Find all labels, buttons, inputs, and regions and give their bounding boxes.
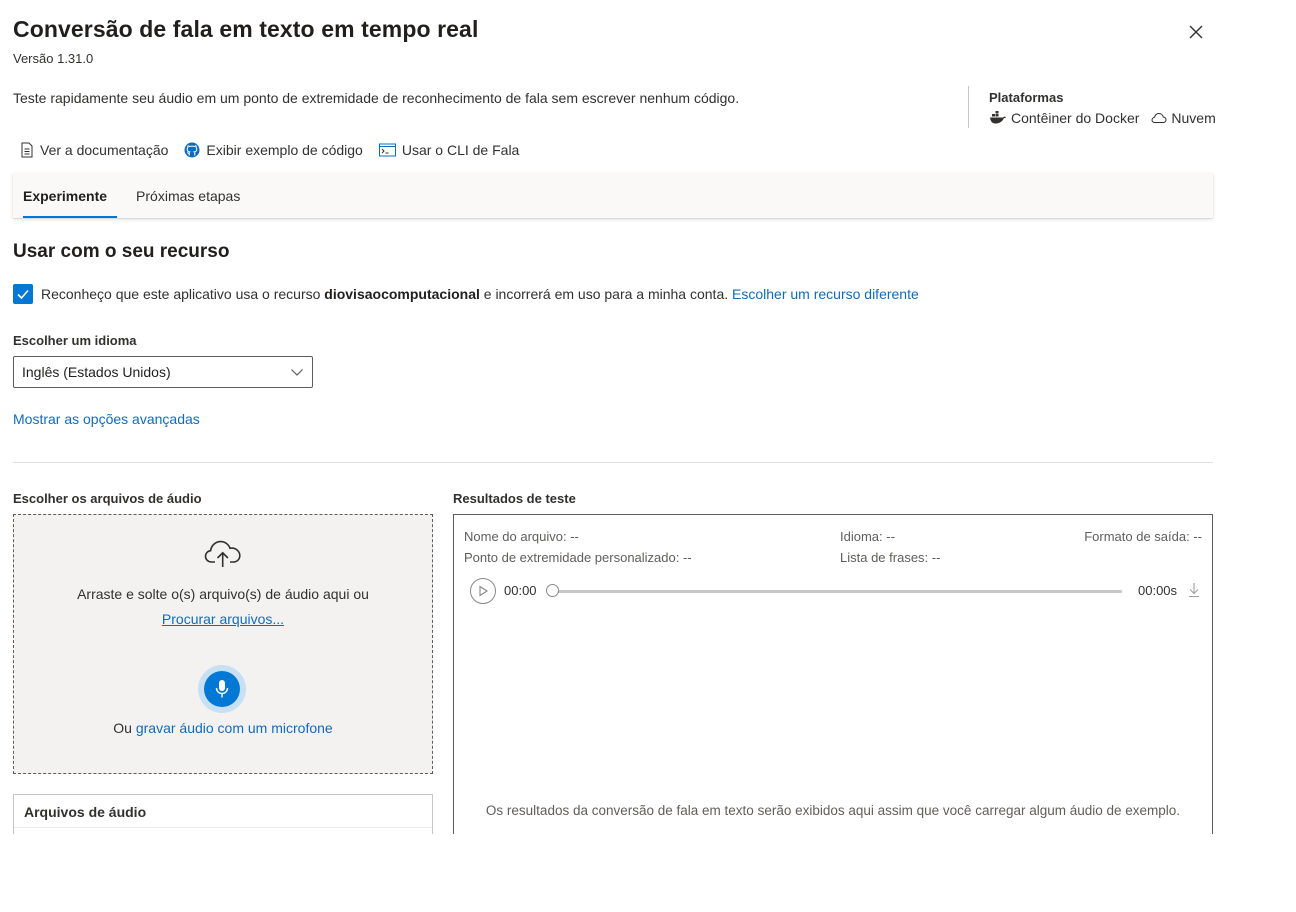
code-sample-label: Exibir exemplo de código bbox=[206, 142, 363, 158]
drop-instructions: Arraste e solte o(s) arquivo(s) de áudio… bbox=[77, 586, 369, 602]
results-empty-message: Os resultados da conversão de fala em te… bbox=[485, 803, 1181, 818]
audio-dropzone[interactable]: Arraste e solte o(s) arquivo(s) de áudio… bbox=[13, 514, 433, 774]
seek-thumb[interactable] bbox=[546, 584, 559, 597]
close-button[interactable] bbox=[1184, 20, 1208, 44]
output-format-field: Formato de saída: -- bbox=[1084, 529, 1202, 544]
close-icon bbox=[1189, 25, 1203, 39]
record-prefix: Ou bbox=[113, 720, 136, 736]
file-name-field: Nome do arquivo: -- bbox=[464, 529, 579, 544]
record-microphone-button[interactable] bbox=[198, 665, 246, 713]
audio-player: 00:00 00:00s bbox=[470, 578, 1200, 606]
platforms-title: Plataformas bbox=[989, 90, 1064, 105]
acknowledge-text: Reconheço que este aplicativo usa o recu… bbox=[41, 286, 919, 302]
audio-files-panel: Arquivos de áudio bbox=[13, 794, 433, 834]
record-instructions: Ou gravar áudio com um microfone bbox=[14, 720, 432, 736]
document-icon bbox=[21, 142, 33, 158]
platforms-panel: Plataformas Contêiner do Docker Nuvem bbox=[968, 86, 1222, 128]
microphone-icon bbox=[215, 680, 229, 698]
platform-docker: Contêiner do Docker bbox=[989, 110, 1139, 126]
resource-links: Ver a documentação Exibir exemplo de cód… bbox=[20, 142, 535, 158]
checkmark-icon bbox=[17, 289, 29, 300]
platform-docker-label: Contêiner do Docker bbox=[1011, 110, 1140, 126]
language-dropdown[interactable]: Inglês (Estados Unidos) bbox=[13, 356, 313, 388]
current-time: 00:00 bbox=[504, 583, 537, 598]
language-label: Escolher um idioma bbox=[13, 333, 137, 348]
audio-files-label: Escolher os arquivos de áudio bbox=[13, 491, 202, 506]
choose-resource-link[interactable]: Escolher um recurso diferente bbox=[732, 286, 919, 302]
advanced-options-link[interactable]: Mostrar as opções avançadas bbox=[13, 411, 200, 427]
speech-cli-link[interactable]: Usar o CLI de Fala bbox=[378, 142, 520, 158]
download-icon bbox=[1189, 583, 1199, 598]
custom-endpoint-field: Ponto de extremidade personalizado: -- bbox=[464, 550, 692, 565]
seek-track[interactable] bbox=[552, 590, 1122, 593]
language-field: Idioma: -- bbox=[840, 529, 895, 544]
cloud-icon bbox=[1151, 112, 1167, 123]
test-results-panel: Nome do arquivo: -- Idioma: -- Formato d… bbox=[453, 514, 1213, 834]
section-title: Usar com o seu recurso bbox=[13, 241, 230, 262]
cloud-upload-icon bbox=[204, 540, 241, 567]
view-docs-link[interactable]: Ver a documentação bbox=[20, 142, 168, 158]
audio-files-divider bbox=[14, 827, 432, 828]
total-time: 00:00s bbox=[1138, 583, 1178, 598]
ack-prefix: Reconheço que este aplicativo usa o recu… bbox=[41, 286, 325, 302]
language-selected: Inglês (Estados Unidos) bbox=[22, 364, 171, 380]
view-docs-label: Ver a documentação bbox=[40, 142, 169, 158]
speech-cli-label: Usar o CLI de Fala bbox=[401, 142, 520, 158]
audio-files-title: Arquivos de áudio bbox=[24, 804, 147, 820]
code-sample-link[interactable]: Exibir exemplo de código bbox=[184, 142, 363, 158]
version-label: Versão 1.31.0 bbox=[13, 51, 94, 66]
section-divider bbox=[13, 462, 1213, 463]
test-results-label: Resultados de teste bbox=[453, 491, 576, 506]
acknowledge-checkbox[interactable] bbox=[13, 284, 33, 304]
platform-cloud: Nuvem bbox=[1151, 110, 1216, 126]
tab-proximas-etapas[interactable]: Próximas etapas bbox=[126, 173, 250, 218]
record-audio-link[interactable]: gravar áudio com um microfone bbox=[136, 720, 333, 736]
terminal-icon bbox=[378, 143, 396, 157]
download-button[interactable] bbox=[1188, 582, 1200, 603]
browse-files-link[interactable]: Procurar arquivos... bbox=[162, 611, 284, 627]
page-title: Conversão de fala em texto em tempo real bbox=[13, 16, 479, 42]
github-icon bbox=[184, 142, 200, 158]
docker-icon bbox=[990, 111, 1006, 124]
platform-cloud-label: Nuvem bbox=[1171, 110, 1216, 126]
tab-experimente[interactable]: Experimente bbox=[13, 173, 118, 218]
resource-name: diovisaocomputacional bbox=[324, 286, 480, 302]
play-icon bbox=[479, 585, 489, 597]
chevron-down-icon bbox=[291, 369, 303, 376]
page-description: Teste rapidamente seu áudio em um ponto … bbox=[13, 90, 740, 106]
tab-bar: Experimente Próximas etapas bbox=[13, 173, 1213, 218]
play-button[interactable] bbox=[470, 578, 496, 604]
ack-suffix: e incorrerá em uso para a minha conta. bbox=[479, 286, 733, 302]
phrase-list-field: Lista de frases: -- bbox=[840, 550, 941, 565]
